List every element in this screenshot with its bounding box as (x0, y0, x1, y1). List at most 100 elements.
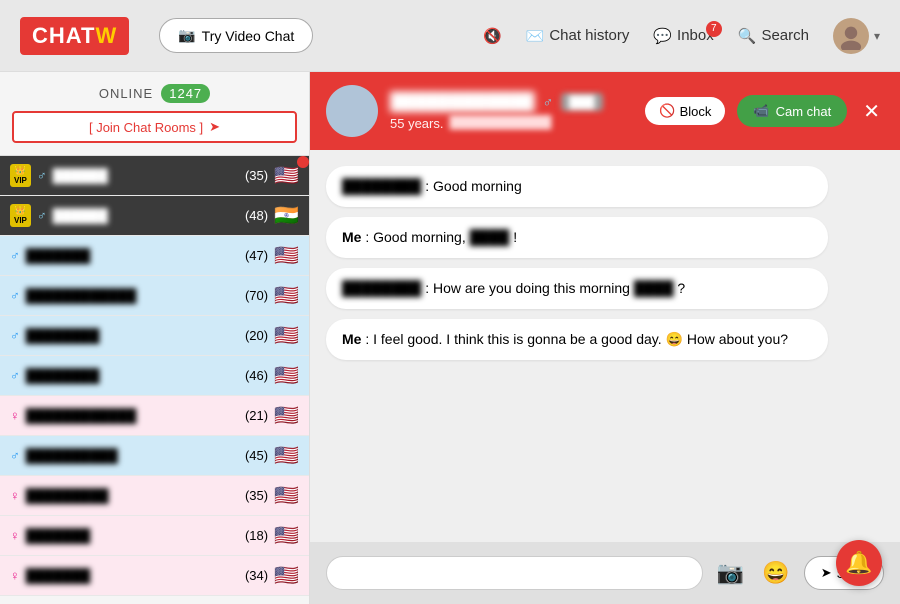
chat-user-location: ████████████ (449, 115, 551, 129)
user-age: (35) (245, 488, 268, 503)
user-status-badge: ███ (561, 93, 603, 111)
message-text: : I feel good. I think this is gonna be … (365, 331, 788, 347)
header: CHATW 📷 Try Video Chat 🔇 ✉️ Chat history… (0, 0, 900, 72)
envelope-icon: ✉️ (526, 27, 545, 45)
camera-icon: 📷 (178, 27, 195, 44)
search-label: Search (761, 27, 809, 44)
flag-icon: 🇺🇸 (274, 363, 299, 388)
chat-history-label: Chat history (549, 27, 629, 44)
chevron-down-icon: ▾ (874, 29, 880, 43)
join-chat-rooms-button[interactable]: [ Join Chat Rooms ] ➤ (12, 111, 297, 143)
gender-male-icon: ♂ (10, 328, 20, 343)
list-item[interactable]: ♂ ████████ (46) 🇺🇸 (0, 356, 309, 396)
notification-bell-button[interactable]: 🔔 (836, 540, 882, 586)
chat-user-age: 55 years. (390, 116, 443, 131)
list-item[interactable]: 👑VIP ♂ ██████ (35) 🇺🇸 (0, 156, 309, 196)
cam-chat-button[interactable]: 📹 Cam chat (737, 95, 847, 127)
flag-icon: 🇺🇸 (274, 523, 299, 548)
send-icon: ➤ (821, 565, 832, 581)
message-punct: ? (677, 280, 685, 296)
header-nav: 🔇 ✉️ Chat history 💬 Inbox 7 🔍 Search ▾ (483, 18, 880, 54)
message-text-end: ! (513, 229, 517, 245)
list-item[interactable]: ♂ ██████████ (45) 🇺🇸 (0, 436, 309, 476)
sender-me: Me (342, 331, 361, 347)
user-age: (70) (245, 288, 268, 303)
user-age: (20) (245, 328, 268, 343)
flag-icon: 🇮🇳 (274, 203, 299, 228)
username-blur: ███████ (26, 248, 239, 263)
username-blur: ████████████ (26, 408, 239, 423)
emoji-button[interactable]: 😄 (758, 556, 793, 590)
flag-icon: 🇺🇸 (274, 243, 299, 268)
sender-name: ████████ (342, 178, 421, 194)
chat-input-area: 📷 😄 ➤ Send (310, 542, 900, 604)
search-icon: 🔍 (738, 27, 757, 45)
gender-female-icon: ♀ (10, 488, 20, 503)
camera-attach-button[interactable]: 📷 (713, 556, 748, 590)
message-text: : Good morning, (365, 229, 469, 245)
flag-icon: 🇺🇸 (274, 323, 299, 348)
gender-male-icon: ♂ (10, 448, 20, 463)
flag-icon: 🇺🇸 (274, 283, 299, 308)
user-avatar-nav[interactable]: ▾ (833, 18, 880, 54)
block-icon: 🚫 (659, 103, 675, 119)
main-layout: ONLINE 1247 [ Join Chat Rooms ] ➤ 👑VIP ♂… (0, 72, 900, 604)
list-item[interactable]: ♀ ███████ (18) 🇺🇸 (0, 516, 309, 556)
message-text: : How are you doing this morning (425, 280, 634, 296)
gender-male-icon: ♂ (37, 168, 47, 183)
user-age: (35) (245, 168, 268, 183)
chat-user-info: ████████████ ♂ ███ 55 years. ███████████… (390, 92, 633, 131)
inbox-nav[interactable]: 💬 Inbox 7 (653, 27, 713, 45)
message-bubble: Me : Good morning, ████ ! (326, 217, 828, 258)
block-label: Block (680, 104, 712, 119)
list-item[interactable]: ♂ ████████████ (70) 🇺🇸 (0, 276, 309, 316)
gender-male-icon: ♂ (10, 288, 20, 303)
messages-area: ████████ : Good morning Me : Good mornin… (310, 150, 900, 542)
recipient-name-blur: ████ (470, 229, 510, 245)
username-blur: ██████ (53, 208, 239, 223)
join-btn-label: [ Join Chat Rooms ] (89, 120, 203, 135)
inbox-icon: 💬 (653, 27, 672, 45)
message-bubble: ████████ : Good morning (326, 166, 828, 207)
gender-male-icon: ♂ (10, 368, 20, 383)
sidebar-header: ONLINE 1247 [ Join Chat Rooms ] ➤ (0, 72, 309, 156)
list-item[interactable]: ♂ ███████ (47) 🇺🇸 (0, 236, 309, 276)
gender-male-icon: ♂ (37, 208, 47, 223)
chat-history-nav[interactable]: ✉️ Chat history (526, 27, 630, 45)
username-blur: ███████ (26, 528, 239, 543)
logo: CHATW (20, 17, 129, 55)
recipient-name-blur: ████ (634, 280, 674, 296)
block-button[interactable]: 🚫 Block (645, 97, 725, 125)
list-item[interactable]: ♀ ███████ (34) 🇺🇸 (0, 556, 309, 596)
speaker-icon: 🔇 (483, 27, 502, 45)
bell-icon: 🔔 (845, 550, 872, 576)
chat-input[interactable] (326, 556, 703, 590)
online-count: 1247 (161, 84, 210, 103)
user-list: 👑VIP ♂ ██████ (35) 🇺🇸 👑VIP ♂ ██████ (48)… (0, 156, 309, 604)
user-age: (21) (245, 408, 268, 423)
close-chat-button[interactable]: ✕ (859, 95, 884, 128)
search-nav[interactable]: 🔍 Search (738, 27, 809, 45)
video-btn-label: Try Video Chat (202, 28, 295, 44)
cam-chat-label: Cam chat (776, 104, 832, 119)
chat-username: ████████████ (390, 92, 535, 112)
camera-icon: 📷 (717, 560, 744, 585)
try-video-chat-button[interactable]: 📷 Try Video Chat (159, 18, 313, 53)
list-item[interactable]: ♂ ████████ (20) 🇺🇸 (0, 316, 309, 356)
video-cam-icon: 📹 (753, 103, 769, 119)
user-age: (48) (245, 208, 268, 223)
username-blur: ████████ (26, 368, 239, 383)
flag-icon: 🇺🇸 (274, 483, 299, 508)
list-item[interactable]: ♀ █████████ (35) 🇺🇸 (0, 476, 309, 516)
arrow-right-icon: ➤ (209, 119, 220, 135)
chat-area: ████████████ ♂ ███ 55 years. ███████████… (310, 72, 900, 604)
list-item[interactable]: ♀ ████████████ (21) 🇺🇸 (0, 396, 309, 436)
chat-header: ████████████ ♂ ███ 55 years. ███████████… (310, 72, 900, 150)
mute-button[interactable]: 🔇 (483, 27, 502, 45)
list-item[interactable]: 👑VIP ♂ ██████ (48) 🇮🇳 (0, 196, 309, 236)
username-blur: ██████ (53, 168, 239, 183)
flag-icon: 🇺🇸 (274, 163, 299, 188)
vip-badge: 👑VIP (10, 204, 31, 226)
logo-sub: W (95, 23, 117, 48)
message-bubble: Me : I feel good. I think this is gonna … (326, 319, 828, 360)
